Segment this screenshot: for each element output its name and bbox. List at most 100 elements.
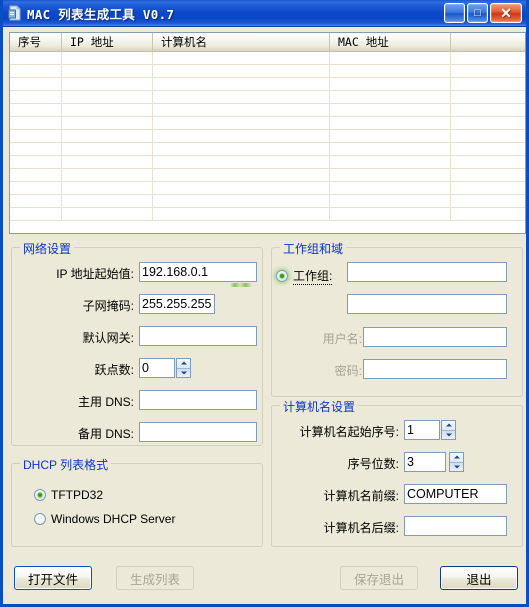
index-digits-input[interactable]: 3 — [404, 452, 446, 472]
table-cell — [330, 208, 451, 220]
table-row[interactable] — [10, 143, 525, 156]
close-button[interactable]: ✕ — [490, 3, 522, 23]
start-index-spinner[interactable] — [441, 420, 456, 440]
column-header-3[interactable]: 计算机名 — [153, 33, 330, 51]
window-title: MAC 列表生成工具 V0.7 — [27, 6, 175, 22]
table-cell — [10, 208, 62, 220]
index-digits-spinner[interactable] — [449, 452, 464, 472]
table-cell — [62, 182, 153, 194]
table-cell — [10, 130, 62, 142]
subnet-mask-input[interactable]: 255.255.255 — [139, 294, 215, 314]
hop-count-spinner[interactable] — [176, 358, 191, 378]
generate-list-button[interactable]: 生成列表 — [116, 566, 194, 590]
table-row[interactable] — [10, 104, 525, 117]
table-row[interactable] — [10, 208, 525, 221]
table-row[interactable] — [10, 91, 525, 104]
column-header-5[interactable] — [451, 33, 525, 51]
radio-dot-icon — [276, 270, 288, 282]
table-row[interactable] — [10, 78, 525, 91]
table-cell — [153, 104, 330, 116]
password-label: 密码: — [334, 364, 362, 378]
column-header-2[interactable]: IP 地址 — [62, 33, 153, 51]
table-row[interactable] — [10, 195, 525, 208]
minimize-button[interactable]: _ — [444, 3, 465, 23]
start-index-input[interactable]: 1 — [404, 420, 440, 440]
table-cell — [451, 208, 525, 220]
table-cell — [153, 78, 330, 90]
chevron-down-icon — [180, 371, 187, 375]
exit-button[interactable]: 退出 — [440, 566, 518, 590]
table-cell — [10, 156, 62, 168]
table-cell — [153, 208, 330, 220]
spinner-up-button[interactable] — [450, 453, 463, 463]
workgroup-input[interactable] — [347, 262, 507, 282]
table-cell — [153, 117, 330, 129]
dns-backup-input[interactable] — [139, 422, 257, 442]
table-cell — [153, 130, 330, 142]
ip-start-input[interactable]: 192.168.0.1 — [139, 262, 257, 282]
dhcp-format-group: DHCP 列表格式 TFTPD32 Windows DHCP Server — [11, 456, 263, 547]
table-cell — [330, 78, 451, 90]
password-input[interactable] — [363, 359, 507, 379]
save-exit-button[interactable]: 保存退出 — [340, 566, 418, 590]
table-row[interactable] — [10, 182, 525, 195]
domain-input[interactable] — [347, 294, 507, 314]
table-row[interactable] — [10, 169, 525, 182]
username-input[interactable] — [363, 327, 507, 347]
gateway-input[interactable] — [139, 326, 257, 346]
table-cell — [10, 169, 62, 181]
name-suffix-input[interactable] — [404, 516, 507, 536]
table-cell — [153, 169, 330, 181]
table-row[interactable] — [10, 130, 525, 143]
table-cell — [62, 130, 153, 142]
dns-primary-input[interactable] — [139, 390, 257, 410]
spinner-down-button[interactable] — [450, 463, 463, 472]
document-icon — [7, 5, 23, 21]
table-cell — [330, 104, 451, 116]
gateway-label: 默认网关: — [82, 331, 134, 345]
list-body[interactable] — [10, 52, 525, 233]
table-cell — [10, 195, 62, 207]
computer-name-settings-group: 计算机名设置 计算机名起始序号: 1 序号位数: 3 计算机名前缀: COMPU… — [271, 398, 523, 547]
name-prefix-input[interactable]: COMPUTER — [404, 484, 507, 504]
table-row[interactable] — [10, 52, 525, 65]
table-cell — [330, 182, 451, 194]
maximize-button[interactable]: □ — [467, 3, 488, 23]
table-cell — [62, 117, 153, 129]
table-cell — [153, 65, 330, 77]
table-cell — [451, 156, 525, 168]
radio-tftpd32[interactable]: TFTPD32 — [34, 488, 103, 502]
username-label: 用户名: — [322, 332, 362, 346]
column-header-4[interactable]: MAC 地址 — [330, 33, 451, 51]
subnet-mask-label: 子网掩码: — [82, 299, 134, 313]
spinner-up-button[interactable] — [442, 421, 455, 431]
spinner-up-button[interactable] — [177, 359, 190, 369]
radio-workgroup[interactable]: 工作组: — [276, 267, 333, 285]
application-window: MAC 列表生成工具 V0.7 _ □ ✕ 序号 IP 地址 计算机名 MAC 地址 … — [0, 0, 529, 607]
table-row[interactable] — [10, 65, 525, 78]
table-cell — [153, 182, 330, 194]
open-file-button[interactable]: 打开文件 — [14, 566, 92, 590]
spinner-down-button[interactable] — [177, 369, 190, 378]
hop-count-input[interactable]: 0 — [139, 358, 175, 378]
table-row[interactable] — [10, 117, 525, 130]
table-row[interactable] — [10, 156, 525, 169]
table-cell — [451, 182, 525, 194]
network-settings-legend: 网络设置 — [20, 240, 75, 257]
ip-start-label: IP 地址起始值: — [56, 267, 134, 281]
column-header-1[interactable]: 序号 — [10, 33, 62, 51]
table-cell — [10, 182, 62, 194]
table-cell — [451, 104, 525, 116]
title-bar[interactable]: MAC 列表生成工具 V0.7 _ □ ✕ — [3, 0, 526, 27]
spinner-down-button[interactable] — [442, 431, 455, 440]
table-cell — [330, 143, 451, 155]
table-cell — [451, 169, 525, 181]
table-cell — [451, 117, 525, 129]
table-cell — [330, 169, 451, 181]
minimize-icon: _ — [450, 9, 459, 24]
radio-dot-icon — [34, 489, 46, 501]
table-cell — [451, 195, 525, 207]
radio-windows-dhcp-server[interactable]: Windows DHCP Server — [34, 512, 175, 526]
mac-list-view[interactable]: 序号 IP 地址 计算机名 MAC 地址 — [9, 32, 526, 234]
table-cell — [62, 78, 153, 90]
